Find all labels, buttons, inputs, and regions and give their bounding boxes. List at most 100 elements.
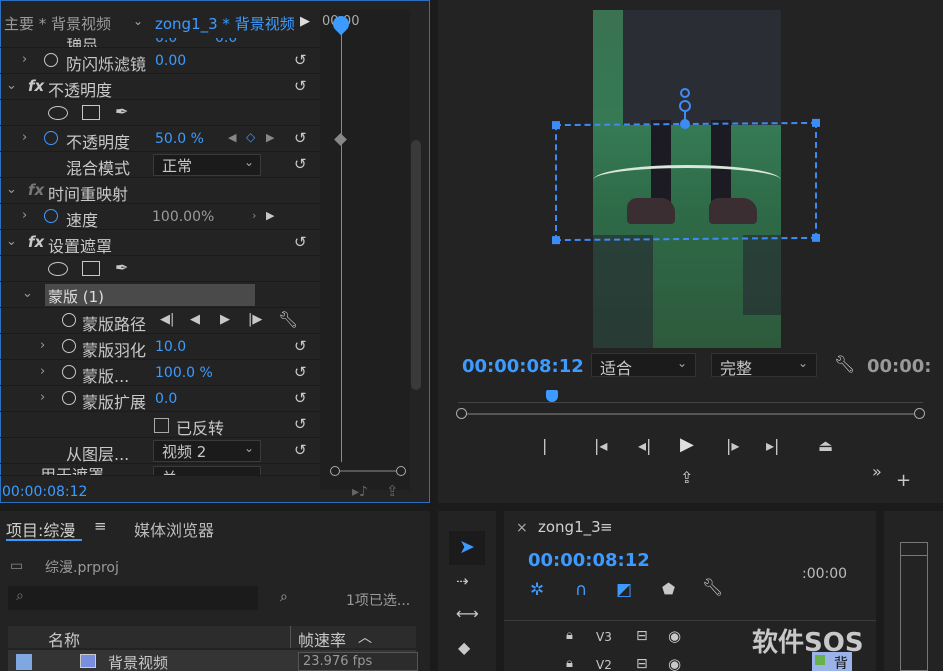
pen-icon[interactable]: ✒ [115,258,128,277]
mask-expansion-value[interactable]: 0.0 [155,391,177,407]
opacity-value[interactable]: 50.0 % [155,131,204,147]
reset-icon[interactable]: ↺ [294,337,307,355]
effect-timeline-area[interactable] [320,10,410,490]
zoom-handle-left[interactable] [330,466,340,476]
overflow-icon[interactable]: » [872,462,882,481]
from-layer-select[interactable]: 视频 2 ⌄ [153,440,261,462]
chevron-right-icon[interactable]: › [22,52,27,67]
export-frame-icon[interactable]: ⇪ [680,468,693,487]
reset-icon[interactable]: ↺ [294,363,307,381]
reset-icon[interactable]: ↺ [294,51,307,69]
mask-item-highlight[interactable]: 蒙版 (1) [45,284,255,306]
fps-column-header[interactable]: 帧速率 [298,627,346,651]
play-icon[interactable]: ▶ [680,434,694,455]
mark-in-icon[interactable]: | [542,436,547,455]
add-button-icon[interactable]: + [896,470,911,491]
sort-ascending-icon[interactable]: ︿ [358,627,372,647]
selection-tool-icon[interactable]: ➤ [459,536,475,558]
mask-expand-handle[interactable] [680,119,690,129]
eye-icon[interactable]: ◉ [668,655,681,671]
stopwatch-icon[interactable] [62,365,76,379]
reset-icon[interactable]: ↺ [294,77,307,95]
go-to-out-icon[interactable]: ▸| [766,436,779,455]
fx-icon[interactable]: fx [28,181,44,199]
ellipse-mask-icon[interactable] [48,106,68,120]
speed-value[interactable]: 100.00% [152,209,214,225]
pen-icon[interactable]: ✒ [115,102,128,121]
stopwatch-icon[interactable] [62,339,76,353]
reset-icon[interactable]: ↺ [294,155,307,173]
blend-mode-select[interactable]: 正常 ⌄ [153,154,261,176]
anchor-x[interactable]: 0.0 [155,38,177,46]
tab-main-clip[interactable]: 主要 * 背景视频 [4,13,111,34]
wrench-icon[interactable]: 🔧︎ [702,578,724,598]
name-column-header[interactable]: 名称 [48,627,80,651]
fx-icon[interactable]: fx [28,77,44,95]
stopwatch-icon[interactable] [62,391,76,405]
audio-filter-icon[interactable]: ▸♪ [352,484,368,500]
tab-sequence-clip[interactable]: zong1_3 * 背景视频 [155,13,295,34]
search-input[interactable]: ⌕ [8,586,258,610]
add-marker-icon[interactable]: ⬟ [662,580,675,598]
chevron-down-icon[interactable]: ⌄ [6,182,17,197]
chevron-right-icon[interactable]: › [22,208,27,223]
track-select-tool-icon[interactable]: ⇢ [456,572,469,590]
track-forward-one-icon[interactable]: |▶ [248,312,262,327]
folder-up-icon[interactable]: ▭ [10,558,23,574]
fx-icon[interactable]: fx [28,233,44,251]
selection-tool-bg[interactable]: ➤ [449,531,485,565]
scrubber-end[interactable] [914,408,925,419]
track-backward-one-icon[interactable]: ◀| [160,312,174,327]
rectangle-mask-icon[interactable] [82,105,100,120]
reset-icon[interactable]: ↺ [294,441,307,459]
table-row[interactable]: 背景视频 23.976 fps [8,650,418,671]
sync-lock-icon[interactable]: ⊟ [636,628,648,644]
scrubber-start[interactable] [456,408,467,419]
mask-handle[interactable] [552,236,560,245]
chevron-down-icon[interactable]: ⌄ [133,14,143,28]
effect-controls-timecode[interactable]: 00:00:08:12 [2,484,87,500]
use-for-matte-select[interactable]: 关 [153,466,261,475]
chevron-right-icon[interactable]: › [40,390,45,405]
export-icon[interactable]: ⇪ [386,482,399,500]
linked-selection-icon[interactable]: ◩ [616,580,632,600]
zoom-bar[interactable] [340,470,396,472]
wrench-icon[interactable]: 🔧︎ [278,310,298,329]
mask-rotate-handle[interactable] [680,88,690,98]
program-playhead[interactable] [546,390,558,402]
stopwatch-icon[interactable] [62,313,76,327]
lift-icon[interactable]: ⏏ [818,436,833,455]
label-color-swatch[interactable] [16,654,32,670]
razor-tool-icon[interactable]: ◆ [458,638,470,657]
sync-lock-icon[interactable]: ⊟ [636,656,648,671]
lock-icon[interactable]: 🔒︎ [566,656,573,671]
lock-icon[interactable]: 🔒︎ [566,628,573,643]
play-triangle-icon[interactable]: ▶ [300,14,310,29]
reset-icon[interactable]: ↺ [294,233,307,251]
chevron-down-icon[interactable]: ⌄ [6,234,17,249]
rectangle-mask-icon[interactable] [82,261,100,276]
prev-keyframe-icon[interactable]: ◀ [228,131,236,144]
chevron-right-icon[interactable]: › [22,130,27,145]
stopwatch-icon[interactable] [44,53,58,67]
mask-handle[interactable] [812,118,820,127]
reset-icon[interactable]: ↺ [294,389,307,407]
chevron-down-icon[interactable]: ⌄ [22,286,33,301]
eye-icon[interactable]: ◉ [668,627,681,645]
new-bin-search-icon[interactable]: ⌕ [280,589,288,605]
mask-handle[interactable] [552,121,560,130]
program-scrubber[interactable] [456,408,925,420]
mask-handle[interactable] [812,233,820,242]
track-forward-icon[interactable]: ▶ [220,312,230,327]
program-timecode[interactable]: 00:00:08:12 [462,356,584,377]
ripple-edit-tool-icon[interactable]: ⟷ [456,604,479,623]
mask-outline[interactable] [552,118,820,245]
inverted-checkbox[interactable] [154,418,169,433]
chevron-right-icon[interactable]: › [40,364,45,379]
snap-icon[interactable]: ∩ [575,580,587,600]
next-keyframe-icon[interactable]: ▶ [266,131,274,144]
media-browser-tab[interactable]: 媒体浏览器 [134,517,214,541]
mask-feather-handle[interactable] [679,100,691,112]
step-back-icon[interactable]: ◂| [638,436,651,455]
add-keyframe-icon[interactable]: ◇ [246,130,255,144]
